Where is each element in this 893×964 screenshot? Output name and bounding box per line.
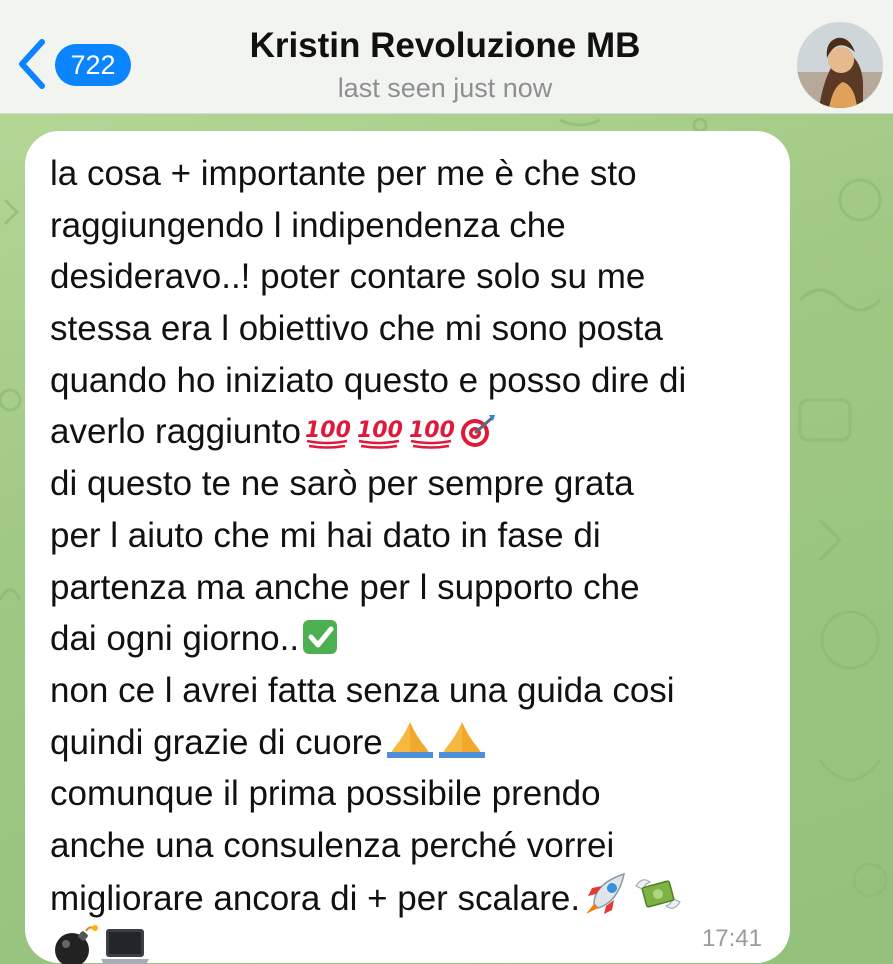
profile-photo [797,22,883,108]
bomb-icon [52,923,98,964]
last-seen-status: last seen just now [337,73,553,103]
chat-header: 722 Kristin Revoluzione MB last seen jus… [0,0,893,114]
svg-text:100: 100 [409,418,455,443]
message-line-with-emoji: averlo raggiunto 100 100 100 [50,406,780,458]
rocket-icon [582,872,630,931]
message-line: quando ho iniziato questo e posso dire d… [50,360,687,400]
unread-count-badge[interactable]: 722 [55,44,131,86]
message-line: per l aiuto che mi hai dato in fase di [50,515,601,555]
message-bubble[interactable]: la cosa + importante per me è che sto ra… [25,131,790,964]
message-line: di questo te ne sarò per sempre grata [50,464,634,504]
message-line-with-emoji: dai ogni giorno.. [50,613,780,665]
message-line: averlo raggiunto [50,412,301,452]
svg-text:100: 100 [305,418,351,443]
message-line: dai ogni giorno.. [50,619,300,659]
hundred-points-icon: 100 [355,412,405,464]
avatar[interactable] [797,22,883,108]
chat-title-area[interactable]: Kristin Revoluzione MB last seen just no… [150,24,740,106]
back-button[interactable] [14,38,54,90]
message-line: la cosa + importante per me è che sto [50,154,637,193]
folded-hands-icon [385,720,435,775]
message-line: quindi grazie di cuore [50,722,383,762]
message-line: non ce l avrei fatta senza una guida cos… [50,670,675,710]
hundred-points-icon: 100 [407,412,457,464]
money-with-wings-icon [632,872,684,931]
message-text: la cosa + importante per me è che sto ra… [50,148,780,964]
contact-name: Kristin Revoluzione MB [249,26,641,65]
message-line: desideravo..! poter contare solo su me [50,257,646,297]
laptop-icon [100,923,150,964]
message-line-with-emoji: quindi grazie di cuore [50,717,780,769]
message-line: comunque il prima possibile prendo [50,774,601,814]
check-mark-icon [301,618,341,671]
svg-text:100: 100 [357,418,403,443]
message-line: migliorare ancora di + per scalare. [50,878,581,918]
message-line-with-emoji: migliorare ancora di + per scalare. [50,872,780,924]
folded-hands-icon [437,720,487,775]
message-line: anche una consulenza perché vorrei [50,825,615,865]
chevron-left-icon [19,39,45,89]
message-line: partenza ma anche per l supporto che [50,567,640,607]
hundred-points-icon: 100 [303,412,353,464]
direct-hit-icon [459,412,499,464]
message-timestamp: 17:41 [701,925,762,952]
message-line: raggiungendo l indipendenza che [50,205,566,245]
message-line: stessa era l obiettivo che mi sono posta [50,309,663,349]
